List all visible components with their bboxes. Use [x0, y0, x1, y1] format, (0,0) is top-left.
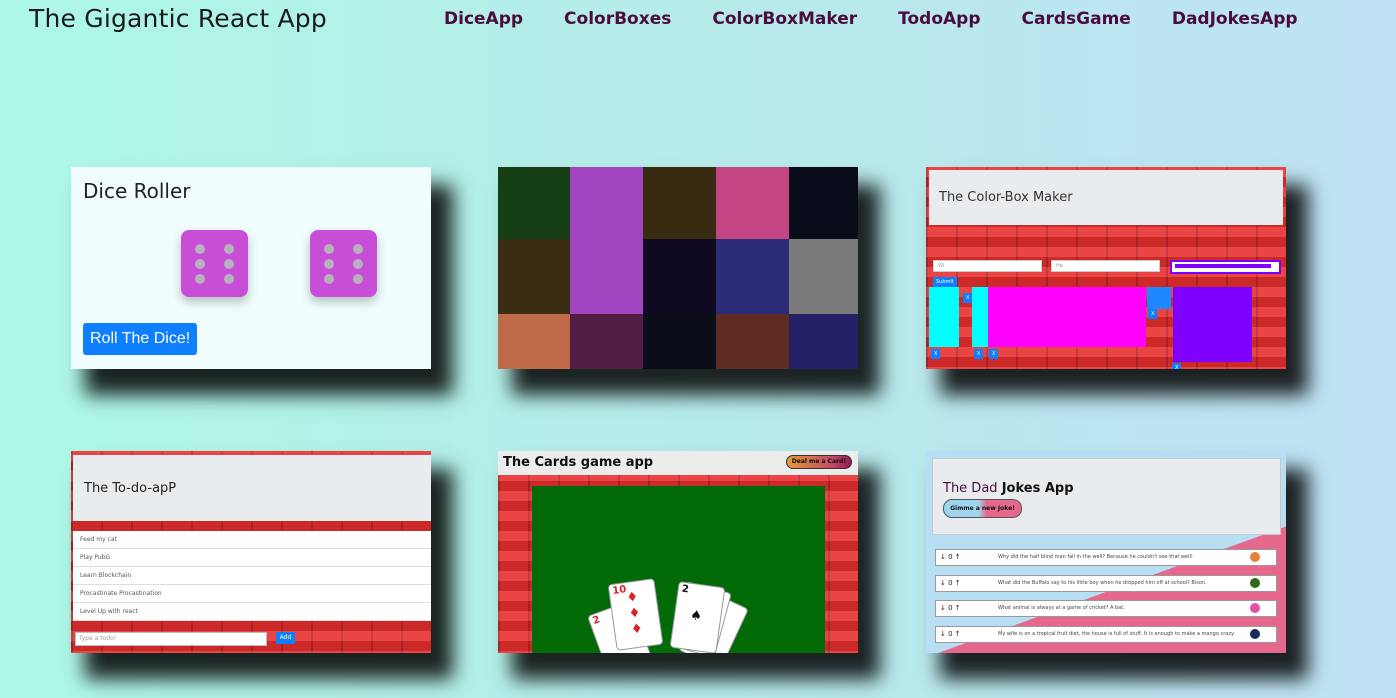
color-box[interactable] [716, 239, 789, 314]
height-input[interactable]: He [1051, 260, 1160, 272]
die-pip [224, 259, 234, 269]
color-box[interactable] [498, 314, 570, 369]
nav-diceapp[interactable]: DiceApp [444, 9, 523, 29]
todo-title: The To-do-apP [84, 481, 177, 496]
color-box[interactable] [643, 314, 716, 369]
color-input[interactable] [1170, 260, 1281, 274]
submit-button[interactable]: Submit [933, 277, 957, 287]
playing-card: 2 ♠ [669, 581, 726, 653]
joke-text: What did the Buffalo say to his little b… [998, 580, 1207, 586]
deal-card-button[interactable]: Deal me a Card! [785, 455, 852, 469]
color-box[interactable] [789, 167, 858, 239]
remove-box-button[interactable]: X [1148, 309, 1158, 319]
joke-text: Why did the half blind man fall in the w… [998, 554, 1193, 560]
color-box [972, 287, 988, 347]
main-nav: DiceApp ColorBoxes ColorBoxMaker TodoApp… [444, 9, 1298, 29]
emoji-icon [1250, 603, 1260, 613]
die-pip [224, 274, 234, 284]
card-table: 2♣ 8♦ 7♠ 2♠ 10 ♦♦♦ [532, 486, 825, 653]
brand-title[interactable]: The Gigantic React App [29, 4, 327, 33]
jokes-title: The Dad Jokes App [943, 481, 1074, 496]
die-pip [353, 259, 363, 269]
nav-colorboxes[interactable]: ColorBoxes [564, 9, 671, 29]
vote-controls[interactable]: ↓ 0 ↑ [940, 627, 961, 642]
nav-cardsgame[interactable]: CardsGame [1022, 9, 1131, 29]
colorboxes-app-card[interactable] [498, 167, 858, 369]
nav-colorboxmaker[interactable]: ColorBoxMaker [712, 9, 857, 29]
remove-box-button[interactable]: X [1172, 363, 1182, 369]
die-pip [324, 244, 334, 254]
color-box[interactable] [716, 167, 789, 239]
die-pip [324, 274, 334, 284]
dadjokes-app-card[interactable]: The Dad Jokes App Gimme a new Joke! ↓ 0 … [926, 451, 1286, 653]
emoji-icon [1250, 578, 1260, 588]
cards-header: The Cards game app Deal me a Card! [498, 451, 858, 475]
die-pip [195, 274, 205, 284]
die-pip [224, 244, 234, 254]
cards-game-app-card[interactable]: The Cards game app Deal me a Card! 2♣ 8♦… [498, 451, 858, 653]
nav-todoapp[interactable]: TodoApp [898, 9, 980, 29]
die-pip [353, 274, 363, 284]
die-icon [181, 230, 248, 297]
nav-dadjokesapp[interactable]: DadJokesApp [1172, 9, 1298, 29]
dice-app-card[interactable]: Dice Roller Roll The Dice! [71, 167, 431, 369]
die-icon [310, 230, 377, 297]
die-pip [353, 244, 363, 254]
remove-box-button[interactable]: X [931, 349, 941, 359]
playing-card: 10 ♦ ♦ ♦ [607, 578, 664, 651]
jokes-header: The Dad Jokes App Gimme a new Joke! [932, 458, 1281, 535]
todo-app-card[interactable]: The To-do-apP Feed my cat Play PubG Lear… [71, 451, 431, 653]
color-box-grid [498, 167, 858, 369]
remove-box-button[interactable]: X [974, 349, 984, 359]
die-pip [195, 244, 205, 254]
remove-box-button[interactable]: X [989, 349, 999, 359]
color-swatch [1175, 264, 1271, 268]
colorbox-maker-app-card[interactable]: The Color-Box Maker Wi He Submit X X X X… [926, 167, 1286, 369]
color-box [1173, 287, 1252, 362]
die-pip [324, 259, 334, 269]
color-box[interactable] [789, 314, 858, 369]
joke-row: ↓ 0 ↑ My wife is on a tropical fruit diet… [935, 626, 1277, 643]
joke-row: ↓ 0 ↑ Why did the half blind man fall in … [935, 549, 1277, 566]
vote-controls[interactable]: ↓ 0 ↑ [940, 550, 961, 565]
todo-list: Feed my cat Play PubG Learn Blockchain P… [73, 531, 431, 621]
todo-header: The To-do-apP [73, 455, 431, 521]
color-box[interactable] [570, 167, 643, 239]
color-box [988, 287, 1146, 347]
joke-row: ↓ 0 ↑ What did the Buffalo say to his lit… [935, 575, 1277, 592]
cards-title: The Cards game app [503, 455, 654, 470]
color-box[interactable] [498, 239, 570, 314]
vote-controls[interactable]: ↓ 0 ↑ [940, 601, 961, 616]
maker-title: The Color-Box Maker [939, 190, 1073, 205]
color-box[interactable] [643, 239, 716, 314]
todo-input[interactable]: Type a todo! [75, 632, 267, 646]
color-box[interactable] [789, 239, 858, 314]
dice-title: Dice Roller [83, 179, 191, 203]
die-pip [195, 259, 205, 269]
emoji-icon [1250, 629, 1260, 639]
add-todo-button[interactable]: Add [276, 632, 295, 644]
emoji-icon [1250, 552, 1260, 562]
joke-row: ↓ 0 ↑ What animal is always at a game of … [935, 600, 1277, 617]
width-input[interactable]: Wi [933, 260, 1042, 272]
remove-box-button[interactable] [1147, 287, 1171, 309]
todo-item[interactable]: Level Up with react [73, 603, 431, 621]
todo-item[interactable]: Learn Blockchain [73, 567, 431, 585]
color-box[interactable] [570, 239, 643, 314]
todo-item[interactable]: Procastinate Procastination [73, 585, 431, 603]
color-box[interactable] [570, 314, 643, 369]
color-box[interactable] [716, 314, 789, 369]
todo-item[interactable]: Play PubG [73, 549, 431, 567]
joke-text: My wife is on a tropical fruit diet, the… [998, 631, 1235, 637]
color-box [929, 287, 959, 347]
color-box[interactable] [643, 167, 716, 239]
joke-text: What animal is always at a game of crick… [998, 605, 1125, 611]
todo-item[interactable]: Feed my cat [73, 531, 431, 549]
new-joke-button[interactable]: Gimme a new Joke! [943, 499, 1022, 518]
color-box[interactable] [498, 167, 570, 239]
maker-header: The Color-Box Maker [929, 170, 1283, 225]
roll-dice-button[interactable]: Roll The Dice! [83, 323, 198, 355]
vote-controls[interactable]: ↓ 0 ↑ [940, 576, 961, 591]
